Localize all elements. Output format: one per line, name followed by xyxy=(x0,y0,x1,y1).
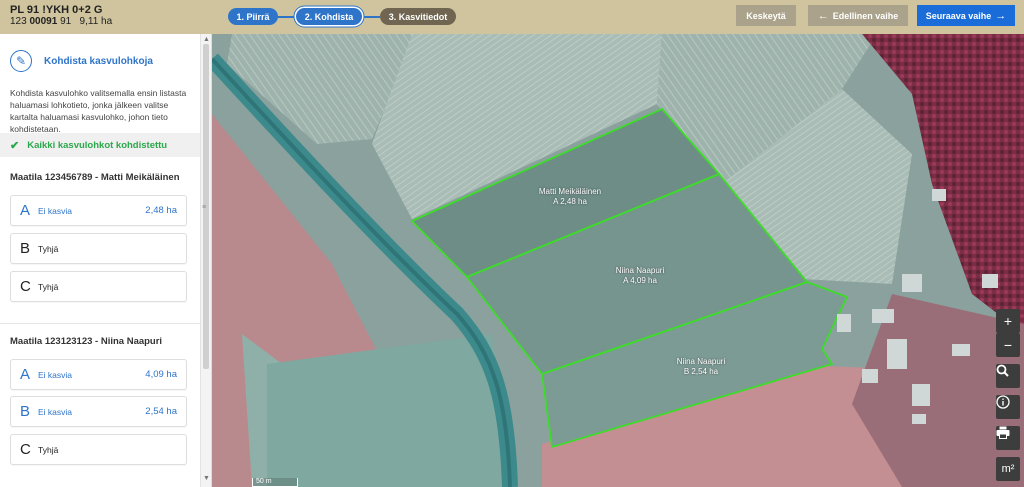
step-draw[interactable]: 1. Piirrä xyxy=(228,8,278,25)
field-owner: Niina Naapuri xyxy=(676,357,726,366)
plot-code-bold: 00091 xyxy=(29,16,58,27)
pause-button[interactable]: Keskeytä xyxy=(736,5,796,26)
step-connector xyxy=(278,16,296,18)
aerial-map[interactable] xyxy=(212,34,1024,487)
field-owner: Niina Naapuri xyxy=(615,266,665,275)
farm-title: Maatila 123456789 - Matti Meikäläinen xyxy=(10,172,180,183)
measure-area-button[interactable]: m² xyxy=(996,457,1020,481)
scroll-down-icon[interactable]: ▼ xyxy=(203,475,210,482)
zoom-in-button[interactable]: + xyxy=(996,309,1020,333)
plot-code: 123 00091 91 9,11 ha xyxy=(10,16,112,28)
sidebar-header: ✎ Kohdista kasvulohkoja xyxy=(10,50,153,72)
field-label: Matti Meikäläinen A 2,48 ha xyxy=(530,187,610,207)
plot-code-suffix: 91 xyxy=(60,16,72,27)
field-area: A 2,48 ha xyxy=(553,197,587,206)
step-crop-info[interactable]: 3. Kasvitiedot xyxy=(380,8,456,25)
field-label: Niina Naapuri B 2,54 ha xyxy=(661,357,741,377)
print-button[interactable] xyxy=(996,426,1020,450)
plot-crop: Tyhjä xyxy=(38,243,59,254)
plot-item[interactable]: C Tyhjä xyxy=(10,271,187,302)
divider xyxy=(0,323,200,324)
plot-area: 4,09 ha xyxy=(145,369,177,380)
arrow-left-icon: ← xyxy=(817,9,829,22)
plot-item[interactable]: B Ei kasvia 2,54 ha xyxy=(10,396,187,427)
field-area: B 2,54 ha xyxy=(683,367,719,376)
field-owner: Matti Meikäläinen xyxy=(538,187,602,196)
plot-info: PL 91 !YKH 0+2 G 123 00091 91 9,11 ha xyxy=(10,4,112,28)
plot-letter: A xyxy=(20,366,31,383)
previous-step-button[interactable]: ← Edellinen vaihe xyxy=(808,5,908,26)
step-connector xyxy=(362,16,380,18)
zoom-out-button[interactable]: − xyxy=(996,333,1020,357)
plot-item[interactable]: A Ei kasvia 4,09 ha xyxy=(10,359,187,390)
plot-area: 2,48 ha xyxy=(145,205,177,216)
status-text: Kaikki kasvulohkot kohdistettu xyxy=(27,139,168,151)
plot-crop: Ei kasvia xyxy=(38,205,73,216)
sidebar-title: Kohdista kasvulohkoja xyxy=(44,55,153,67)
next-step-label: Seuraava vaihe xyxy=(925,10,992,21)
info-icon xyxy=(996,395,1010,409)
previous-step-label: Edellinen vaihe xyxy=(832,10,899,21)
scroll-up-icon[interactable]: ▲ xyxy=(203,36,210,43)
plot-title: PL 91 !YKH 0+2 G xyxy=(10,4,103,16)
search-button[interactable] xyxy=(996,364,1020,388)
plot-crop: Ei kasvia xyxy=(38,406,73,417)
plot-area: 9,11 ha xyxy=(79,16,113,27)
status-banner: ✔ Kaikki kasvulohkot kohdistettu xyxy=(0,133,200,157)
step-target[interactable]: 2. Kohdista xyxy=(296,8,362,25)
next-step-button[interactable]: Seuraava vaihe → xyxy=(917,5,1015,26)
pause-button-label: Keskeytä xyxy=(746,10,786,21)
sidebar: ✎ Kohdista kasvulohkoja Kohdista kasvulo… xyxy=(0,34,212,487)
info-button[interactable] xyxy=(996,395,1020,419)
arrow-right-icon: → xyxy=(995,9,1007,22)
search-icon xyxy=(996,364,1009,377)
plot-crop: Tyhjä xyxy=(38,444,59,455)
plot-area: 2,54 ha xyxy=(145,406,177,417)
plot-letter: B xyxy=(20,403,31,420)
plot-crop: Ei kasvia xyxy=(38,369,73,380)
plot-code-prefix: 123 xyxy=(10,16,27,27)
plot-letter: C xyxy=(20,441,31,458)
sidebar-scrollbar[interactable]: ▲ ≡ ▼ xyxy=(200,34,211,487)
plot-letter: C xyxy=(20,278,31,295)
map-scale: 50 m xyxy=(252,478,298,487)
farm-title: Maatila 123123123 - Niina Naapuri xyxy=(10,336,163,347)
wizard-steps: 1. Piirrä 2. Kohdista 3. Kasvitiedot xyxy=(228,8,458,25)
plot-item[interactable]: A Ei kasvia 2,48 ha xyxy=(10,195,187,226)
map-view[interactable]: Matti Meikäläinen A 2,48 ha Niina Naapur… xyxy=(212,34,1024,487)
plot-item[interactable]: B Tyhjä xyxy=(10,233,187,264)
check-icon: ✔ xyxy=(10,139,20,152)
top-bar: PL 91 !YKH 0+2 G 123 00091 91 9,11 ha 1.… xyxy=(0,0,1024,34)
plot-letter: A xyxy=(20,202,31,219)
field-label: Niina Naapuri A 4,09 ha xyxy=(600,266,680,286)
pen-icon: ✎ xyxy=(10,50,32,72)
plot-item[interactable]: C Tyhjä xyxy=(10,434,187,465)
field-area: A 4,09 ha xyxy=(623,276,657,285)
print-icon xyxy=(996,426,1010,439)
plot-letter: B xyxy=(20,240,31,257)
plot-crop: Tyhjä xyxy=(38,281,59,292)
sidebar-description: Kohdista kasvulohko valitsemalla ensin l… xyxy=(10,88,187,134)
grip-icon: ≡ xyxy=(202,204,207,211)
